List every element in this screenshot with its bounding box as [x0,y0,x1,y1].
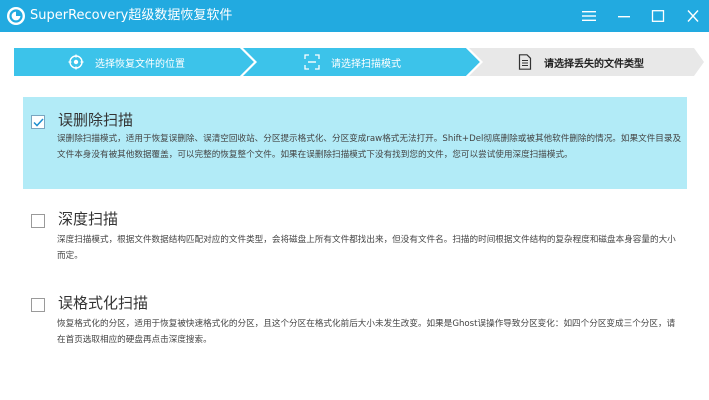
document-icon [518,54,532,70]
mode-checkbox[interactable] [31,298,45,312]
step-choose-scan-mode: 请选择扫描模式 [304,48,401,76]
checkmark-icon [32,117,44,127]
scan-mode-unformat[interactable]: 误格式化扫描 恢复格式化的分区，适用于恢复被快速格式化的分区，且这个分区在格式化… [23,286,687,358]
step-label: 选择恢复文件的位置 [95,58,185,70]
menu-icon [582,11,596,21]
mode-title: 深度扫描 [58,210,119,228]
maximize-icon [651,10,665,22]
scan-frame-icon [304,54,320,70]
title-bar: SuperRecovery超级数据恢复软件 [0,0,709,32]
close-icon [687,10,699,22]
mode-description: 误删除扫描模式，适用于恢复误删除、误清空回收站、分区提示格式化、分区变成raw格… [57,134,682,160]
mode-description: 恢复格式化的分区，适用于恢复被快速格式化的分区，且这个分区在格式化前后大小未发生… [57,319,676,345]
step-label: 请选择丢失的文件类型 [544,58,644,70]
minimize-button[interactable] [612,4,636,28]
mode-description: 深度扫描模式，根据文件数据结构匹配对应的文件类型，会将磁盘上所有文件都找出来，但… [57,235,676,261]
step-choose-file-type: 请选择丢失的文件类型 [517,48,644,76]
maximize-button[interactable] [646,4,670,28]
app-title: SuperRecovery超级数据恢复软件 [30,8,233,23]
mode-checkbox[interactable] [31,115,45,129]
mode-title: 误删除扫描 [58,111,134,129]
scan-mode-undelete[interactable]: 误删除扫描 误删除扫描模式，适用于恢复误删除、误清空回收站、分区提示格式化、分区… [23,97,687,189]
step-progress-bar: 选择恢复文件的位置 请选择扫描模式 请选择丢失的文件类型 [14,48,704,76]
scan-mode-deep[interactable]: 深度扫描 深度扫描模式，根据文件数据结构匹配对应的文件类型，会将磁盘上所有文件都… [23,200,687,270]
step-label: 请选择扫描模式 [331,58,401,70]
minimize-icon [618,16,630,18]
mode-title: 误格式化扫描 [58,294,149,312]
step-choose-location: 选择恢复文件的位置 [68,48,185,76]
location-target-icon [68,54,84,70]
mode-checkbox[interactable] [31,214,45,228]
menu-button[interactable] [577,4,601,28]
superrecovery-logo-icon [7,7,25,25]
close-button[interactable] [681,4,705,28]
